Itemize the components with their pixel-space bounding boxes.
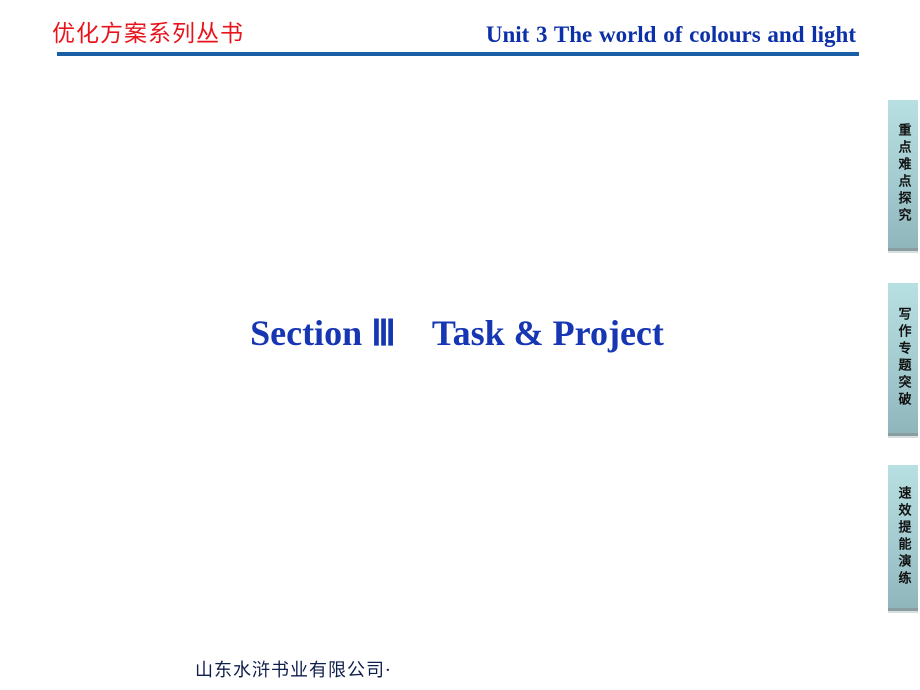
publisher-footer: 山东水浒书业有限公司· xyxy=(195,660,392,681)
side-tab-label: 速效提能演练 xyxy=(895,485,911,588)
section-title: Section Ⅲ Task & Project xyxy=(250,313,664,353)
side-tab-label: 重点难点探究 xyxy=(895,123,911,225)
series-title: 优化方案系列丛书 xyxy=(52,21,244,47)
side-tab-key-points[interactable]: 重点难点探究 xyxy=(888,100,918,251)
side-tab-practice[interactable]: 速效提能演练 xyxy=(888,465,918,611)
unit-title: Unit 3 The world of colours and light xyxy=(485,22,856,47)
side-tab-writing[interactable]: 写作专题突破 xyxy=(888,283,918,436)
side-tab-label: 写作专题突破 xyxy=(895,307,911,409)
header-divider xyxy=(57,52,859,56)
